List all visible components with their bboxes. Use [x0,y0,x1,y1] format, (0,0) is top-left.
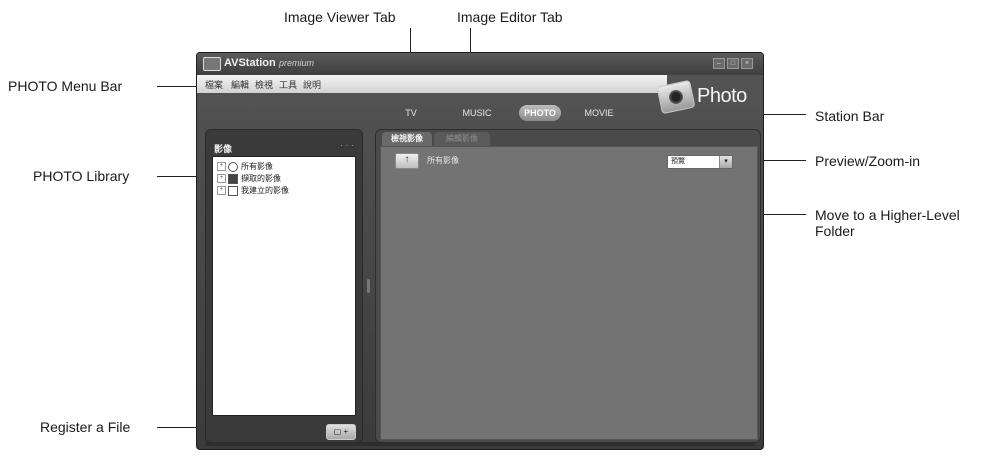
app-window: AVStation premium – □ × 檔案 編輯 檢視 工具 說明 P… [196,52,764,450]
station-bar: TV MUSIC PHOTO MOVIE [395,105,645,123]
camera-icon [656,79,696,115]
register-file-button[interactable]: ▢ + [326,424,356,440]
station-tab-tv[interactable]: TV [395,105,427,121]
tree-item-captured-images[interactable]: + 擷取的影像 [217,173,281,184]
tree-item-label: 所有影像 [241,162,273,171]
zoom-select-value: 預覽 [671,158,685,165]
window-title-suffix: premium [279,58,315,68]
menu-item-help[interactable]: 說明 [303,78,321,91]
photo-station-badge: Photo [645,77,761,125]
callout-station-bar: Station Bar [815,108,885,124]
station-tab-photo[interactable]: PHOTO [519,105,561,121]
chevron-down-icon[interactable]: ▾ [719,156,732,168]
image-viewer-area: ↑ 所有影像 預覽 ▾ [380,146,758,440]
image-viewer-panel: 檢視影像 編輯影像 ↑ 所有影像 預覽 ▾ [375,129,761,443]
status-strip [205,442,755,446]
tab-image-viewer[interactable]: 檢視影像 [382,132,432,146]
tree-item-label: 我建立的影像 [241,186,289,195]
callout-photo-library: PHOTO Library [33,168,130,184]
menu-item-edit[interactable]: 編輯 [231,78,249,91]
callout-move-higher-folder: Move to a Higher-Level Folder [815,207,960,239]
station-tab-music[interactable]: MUSIC [455,105,499,121]
minimize-icon[interactable]: – [713,58,725,69]
tree-item-all-images[interactable]: + 所有影像 [217,161,273,172]
callout-image-editor-tab: Image Editor Tab [457,9,563,25]
callout-photo-menu-bar: PHOTO Menu Bar [8,78,123,94]
panel-splitter[interactable] [366,129,372,441]
station-tab-movie[interactable]: MOVIE [577,105,621,121]
move-up-folder-button[interactable]: ↑ [395,153,419,169]
photo-menu-bar: 檔案 編輯 檢視 工具 說明 [197,75,667,93]
close-icon[interactable]: × [741,58,753,69]
station-title: Photo [697,85,747,107]
menu-item-view[interactable]: 檢視 [255,78,273,91]
document-icon [228,185,238,196]
library-tree: + 所有影像 + 擷取的影像 + 我建立的影像 [212,156,356,416]
capture-icon [228,173,238,184]
expand-icon[interactable]: + [217,174,226,184]
clock-icon [228,161,238,172]
app-logo-icon [203,57,221,71]
tree-item-label: 擷取的影像 [241,174,281,183]
callout-register-file: Register a File [40,419,131,435]
expand-icon[interactable]: + [217,162,226,172]
preview-zoom-select[interactable]: 預覽 ▾ [667,155,733,169]
tree-item-my-images[interactable]: + 我建立的影像 [217,185,289,196]
window-title: AVStation [224,57,276,69]
expand-icon[interactable]: + [217,186,226,196]
menu-item-file[interactable]: 檔案 [205,78,223,91]
splitter-grip[interactable] [367,279,370,293]
library-options-icon[interactable]: · · · [340,140,354,150]
title-bar[interactable]: AVStation premium – □ × [197,53,763,75]
callout-preview-zoom: Preview/Zoom-in [815,153,921,169]
callout-image-viewer-tab: Image Viewer Tab [284,9,396,25]
maximize-icon[interactable]: □ [727,58,739,69]
current-folder-label: 所有影像 [427,156,459,165]
library-header: 影像 [214,144,233,154]
menu-item-tools[interactable]: 工具 [279,78,297,91]
tab-image-editor[interactable]: 編輯影像 [434,132,490,146]
photo-library-panel: 影像 · · · + 所有影像 + 擷取的影像 + 我建立的影像 ▢ + [205,129,363,443]
